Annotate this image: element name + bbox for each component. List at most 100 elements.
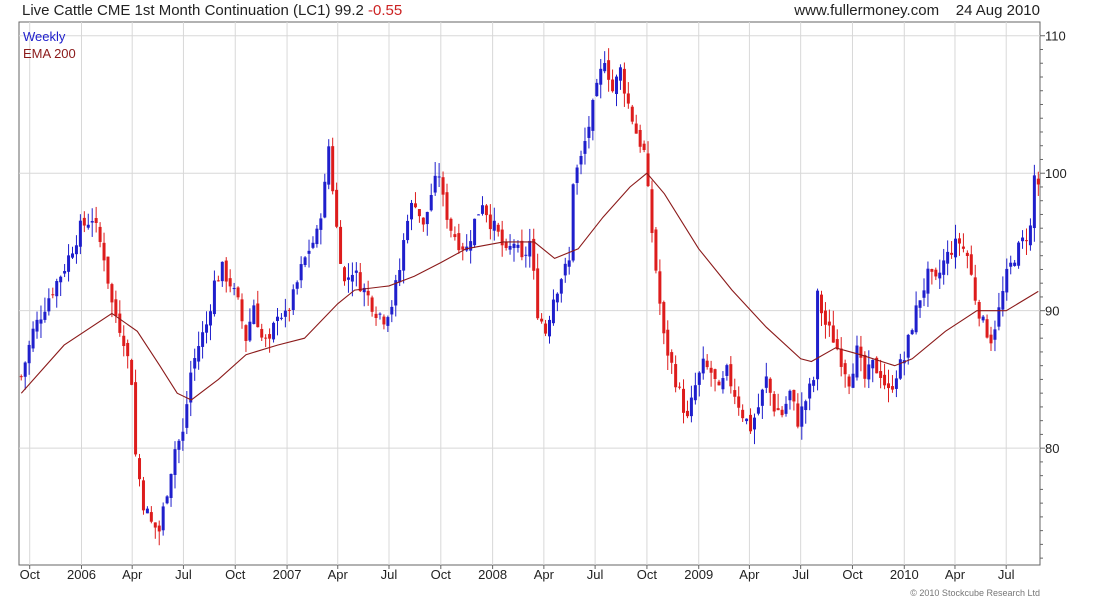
candle-body	[942, 260, 946, 275]
candle-body	[98, 226, 102, 242]
candle-body	[603, 63, 607, 72]
candle-body	[965, 252, 969, 256]
candle-body	[161, 506, 165, 531]
candle-body	[260, 328, 264, 338]
y-tick-label: 90	[1045, 304, 1059, 319]
candle-body	[1005, 268, 1009, 293]
candle-body	[887, 383, 891, 389]
candle-body	[674, 364, 678, 388]
candle-body	[985, 319, 989, 338]
x-tick-label: Apr	[328, 567, 349, 582]
candle-body	[138, 458, 142, 480]
candle-body	[406, 220, 410, 241]
candle-body	[358, 272, 362, 292]
candle-body	[283, 310, 287, 317]
x-tick-label: 2007	[273, 567, 302, 582]
candle-body	[390, 306, 394, 315]
candle-body	[512, 243, 516, 249]
candle-body	[445, 192, 449, 220]
candle-body	[658, 271, 662, 304]
candle-body	[646, 153, 650, 187]
candle-body	[1009, 262, 1013, 267]
candle-body	[386, 317, 390, 326]
candle-body	[114, 299, 118, 316]
candle-body	[90, 220, 94, 223]
candle-body	[410, 202, 414, 220]
candle-body	[752, 417, 756, 430]
candle-body	[110, 284, 114, 303]
y-tick-label: 100	[1045, 166, 1067, 181]
candle-body	[520, 240, 524, 258]
candle-body	[760, 389, 764, 406]
candle-body	[492, 220, 496, 231]
candle-body	[788, 390, 792, 401]
candle-body	[343, 267, 347, 282]
candle-body	[256, 303, 260, 328]
candle-body	[536, 268, 540, 319]
candle-body	[480, 205, 484, 214]
candle-body	[145, 508, 149, 514]
candle-body	[275, 316, 279, 322]
candle-body	[331, 146, 335, 192]
candle-body	[149, 512, 153, 522]
candle-body	[894, 378, 898, 389]
price-chart: 8090100110 Oct 2006 Apr Jul Oct 2007 Apr Jul Oct…	[18, 21, 1067, 582]
candle-body	[910, 330, 914, 335]
candle-body	[890, 386, 894, 390]
candle-body	[224, 260, 228, 282]
candle-body	[70, 253, 74, 258]
candle-body	[721, 378, 725, 390]
candle-body	[311, 242, 315, 248]
candle-body	[883, 374, 887, 386]
candle-body	[1028, 225, 1032, 246]
candle-body	[532, 238, 536, 271]
candle-body	[654, 229, 658, 271]
candle-body	[662, 302, 666, 334]
candle-body	[741, 409, 745, 419]
candle-body	[969, 254, 973, 275]
candle-body	[378, 313, 382, 315]
candle-body	[327, 146, 331, 185]
candle-body	[508, 245, 512, 250]
candle-body	[118, 313, 122, 333]
candle-body	[993, 329, 997, 340]
candle-body	[252, 305, 256, 324]
candle-body	[831, 325, 835, 343]
candle-body	[153, 522, 157, 528]
x-tick-label: Jul	[998, 567, 1015, 582]
candle-body	[780, 409, 784, 416]
y-tick-label: 80	[1045, 441, 1059, 456]
candle-body	[185, 404, 189, 428]
candle-body	[579, 155, 583, 165]
candle-body	[35, 319, 39, 332]
candle-body	[776, 408, 780, 411]
candle-body	[678, 386, 682, 388]
candle-body	[516, 244, 520, 248]
x-tick-label: 2006	[67, 567, 96, 582]
candle-body	[86, 224, 90, 228]
candle-body	[398, 270, 402, 283]
candle-body	[130, 359, 134, 385]
candle-body	[323, 181, 327, 218]
candle-body	[713, 369, 717, 379]
candle-body	[642, 143, 646, 150]
candle-body	[1036, 178, 1040, 185]
candle-body	[551, 299, 555, 324]
candle-body	[374, 313, 378, 318]
candle-body	[772, 394, 776, 412]
candle-body	[989, 334, 993, 344]
candle-body	[181, 431, 185, 441]
candle-body	[973, 277, 977, 301]
candle-body	[94, 218, 98, 223]
candle-body	[946, 251, 950, 264]
candle-body	[682, 388, 686, 413]
candle-body	[670, 352, 674, 363]
candle-body	[599, 68, 603, 85]
candle-body	[938, 272, 942, 279]
candle-body	[157, 525, 161, 532]
candle-body	[19, 376, 23, 378]
candle-body	[607, 60, 611, 80]
candle-body	[197, 346, 201, 362]
candle-body	[106, 256, 110, 284]
candle-body	[141, 480, 145, 511]
